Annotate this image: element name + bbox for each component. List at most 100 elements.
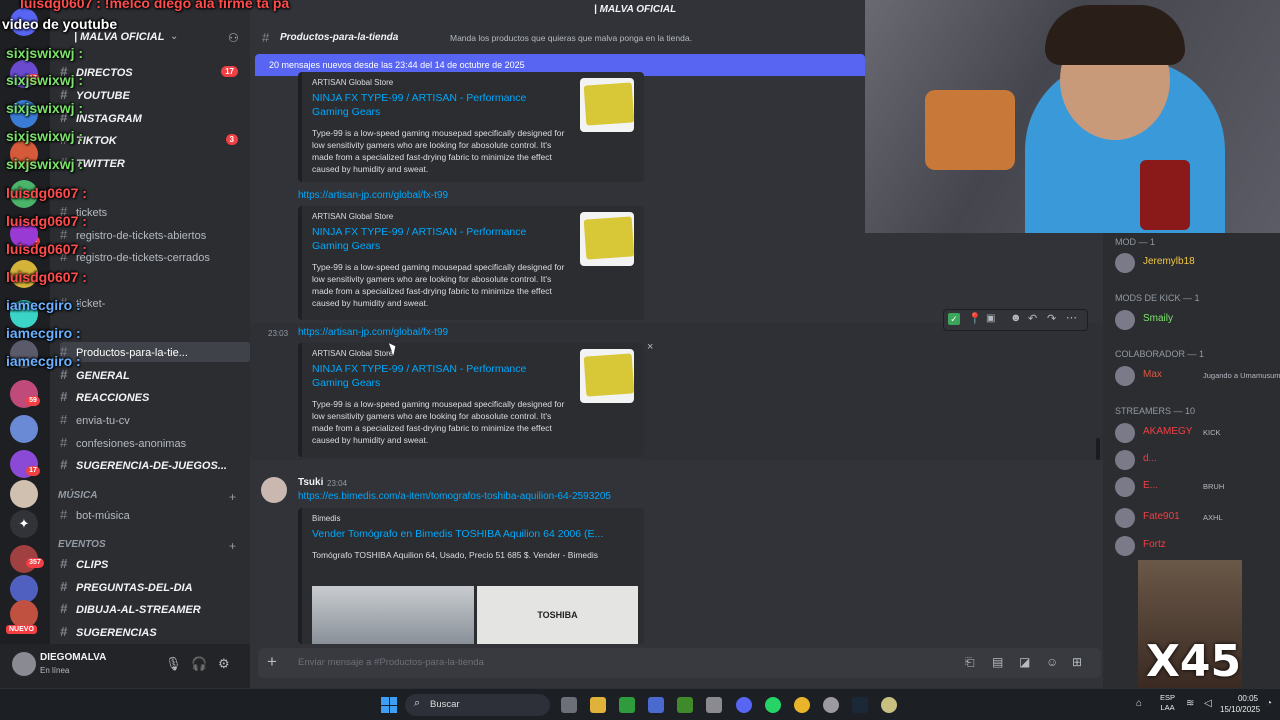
channel-item[interactable]: # YOUTUBE (60, 85, 250, 105)
minecraft-icon[interactable] (677, 697, 693, 713)
plus-icon[interactable]: + (229, 539, 236, 553)
avatar[interactable] (261, 477, 287, 503)
wifi-icon[interactable]: ≋ (1186, 698, 1194, 709)
server-icon[interactable] (10, 180, 38, 208)
more-icon[interactable]: ⋯ (1066, 311, 1077, 324)
notification-icon[interactable]: ◔ (1266, 698, 1272, 709)
volume-icon[interactable]: ◁ (1204, 698, 1212, 709)
sticker-icon[interactable]: ◪ (1019, 655, 1030, 669)
channel-category[interactable]: EVENTOS (58, 539, 106, 550)
embed-thumbnail[interactable] (580, 212, 635, 266)
clipboard-icon[interactable]: ▣ (986, 313, 995, 324)
message-link[interactable]: https://artisan-jp.com/global/fx-t99 (298, 190, 448, 201)
gear-icon[interactable]: ⚙ (218, 656, 230, 672)
embed-thumbnail[interactable] (580, 78, 635, 132)
channel-item[interactable]: # Productos-para-la-tie... (60, 342, 250, 362)
add-member-icon[interactable]: ⚇ (228, 31, 239, 45)
message-author[interactable]: Tsuki (298, 477, 323, 488)
discord-icon[interactable] (736, 697, 752, 713)
chevron-down-icon[interactable]: ⌄ (170, 31, 178, 42)
pin-icon[interactable]: 📍 (968, 312, 982, 325)
channel-item[interactable]: # envia-tu-cv (60, 410, 250, 430)
channel-item[interactable]: # GENERAL (60, 365, 250, 385)
app-icon[interactable] (706, 697, 722, 713)
apps-icon[interactable]: ⊞ (1072, 655, 1082, 669)
scrollbar-thumb[interactable] (1096, 438, 1100, 460)
whatsapp-icon[interactable] (765, 697, 781, 713)
channel-item[interactable]: # TIKTOK (60, 130, 250, 150)
channel-item[interactable]: # registro-de-tickets-cerrados (60, 247, 250, 267)
channel-item[interactable]: # tickets (60, 202, 250, 222)
server-icon[interactable] (10, 140, 38, 168)
channel-item[interactable]: # ticket- (60, 293, 250, 313)
plus-icon[interactable]: + (267, 652, 277, 672)
language-indicator[interactable]: ESP LAA (1160, 693, 1175, 713)
server-icon[interactable] (10, 220, 38, 248)
member-item[interactable]: d... (1113, 448, 1278, 472)
channel-item[interactable]: # TWITTER (60, 153, 250, 173)
app-icon[interactable] (881, 697, 897, 713)
embed-thumbnail[interactable] (580, 349, 635, 403)
channel-item[interactable]: # PREGUNTAS-DEL-DIA (60, 577, 250, 597)
add-reaction-icon[interactable]: ☻ (1010, 312, 1022, 324)
message-input[interactable]: Enviar mensaje a #Productos-para-la-tien… (298, 657, 484, 668)
steam-icon[interactable] (852, 697, 868, 713)
channel-item[interactable]: # bot-música (60, 505, 250, 525)
embed-title[interactable]: NINJA FX TYPE-99 / ARTISAN - Performance… (312, 91, 562, 119)
server-icon[interactable] (10, 340, 38, 368)
clock[interactable]: 00:05 15/10/2025 (1220, 693, 1260, 715)
member-item[interactable]: Fate901 AXHL (1113, 506, 1278, 530)
microphone-icon[interactable]: 🎙 (165, 656, 182, 672)
channel-item[interactable]: # SUGERENCIAS (60, 622, 250, 642)
channel-item[interactable]: # SUGERENCIA-DE-JUEGOS... (60, 455, 250, 475)
member-item[interactable]: Max Jugando a Umamusume: Pre... (1113, 364, 1280, 388)
embed-image[interactable]: TOSHIBA (477, 586, 638, 644)
server-icon[interactable] (10, 415, 38, 443)
server-icon[interactable] (10, 300, 38, 328)
gif-icon[interactable]: ▤ (992, 655, 1003, 669)
channel-item[interactable]: # DIBUJA-AL-STREAMER (60, 599, 250, 619)
member-item[interactable]: Jeremylb18 (1113, 251, 1278, 275)
network-icon[interactable]: ⌂ (1136, 698, 1142, 709)
channel-item[interactable]: # REACCIONES (60, 387, 250, 407)
member-item[interactable]: E... BRUH (1113, 475, 1278, 499)
checkmark-icon[interactable]: ✓ (948, 313, 960, 325)
message-input-bar[interactable]: + Enviar mensaje a #Productos-para-la-ti… (258, 648, 1101, 678)
channel-item[interactable]: # registro-de-tickets-abiertos (60, 225, 250, 245)
xbox-icon[interactable] (619, 697, 635, 713)
explore-icon[interactable]: ✦ (10, 510, 38, 538)
member-item[interactable]: Fortz (1113, 534, 1278, 558)
embed-title[interactable]: NINJA FX TYPE-99 / ARTISAN - Performance… (312, 362, 562, 390)
emoji-icon[interactable]: ☺ (1046, 655, 1058, 669)
forward-icon[interactable]: ↷ (1047, 312, 1056, 325)
task-view-icon[interactable] (561, 697, 577, 713)
plus-icon[interactable]: + (229, 490, 236, 504)
message-link[interactable]: https://artisan-jp.com/global/fx-t99 (298, 327, 448, 338)
taskbar-search[interactable]: ⌕ Buscar (405, 694, 550, 716)
embed-title[interactable]: NINJA FX TYPE-99 / ARTISAN - Performance… (312, 225, 562, 253)
avatar[interactable] (12, 652, 36, 676)
close-icon[interactable]: × (647, 341, 653, 353)
member-item[interactable]: AKAMEGY KICK (1113, 421, 1278, 445)
server-icon[interactable] (10, 100, 38, 128)
file-explorer-icon[interactable] (590, 697, 606, 713)
channel-item[interactable]: # CLIPS (60, 554, 250, 574)
reply-icon[interactable]: ↶ (1028, 312, 1037, 325)
server-icon[interactable] (10, 480, 38, 508)
channel-item[interactable]: # INSTAGRAM (60, 108, 250, 128)
server-icon[interactable] (10, 575, 38, 603)
obs-icon[interactable] (823, 697, 839, 713)
store-icon[interactable] (648, 697, 664, 713)
home-button[interactable] (10, 8, 38, 36)
headphones-icon[interactable]: 🎧 (191, 656, 207, 672)
server-icon[interactable] (10, 600, 38, 628)
channel-item[interactable]: # confesiones-anonimas (60, 433, 250, 453)
embed-image[interactable] (312, 586, 474, 644)
message-link[interactable]: https://es.bimedis.com/a-item/tomografos… (298, 491, 611, 502)
gift-icon[interactable]: ⎗ (965, 655, 975, 670)
embed-title[interactable]: Vender Tomógrafo en Bimedis TOSHIBA Aqui… (312, 527, 638, 541)
member-item[interactable]: Smaily (1113, 308, 1278, 332)
windows-start-icon[interactable] (381, 697, 397, 713)
server-name[interactable]: | MALVA OFICIAL (74, 31, 164, 43)
chrome-icon[interactable] (794, 697, 810, 713)
